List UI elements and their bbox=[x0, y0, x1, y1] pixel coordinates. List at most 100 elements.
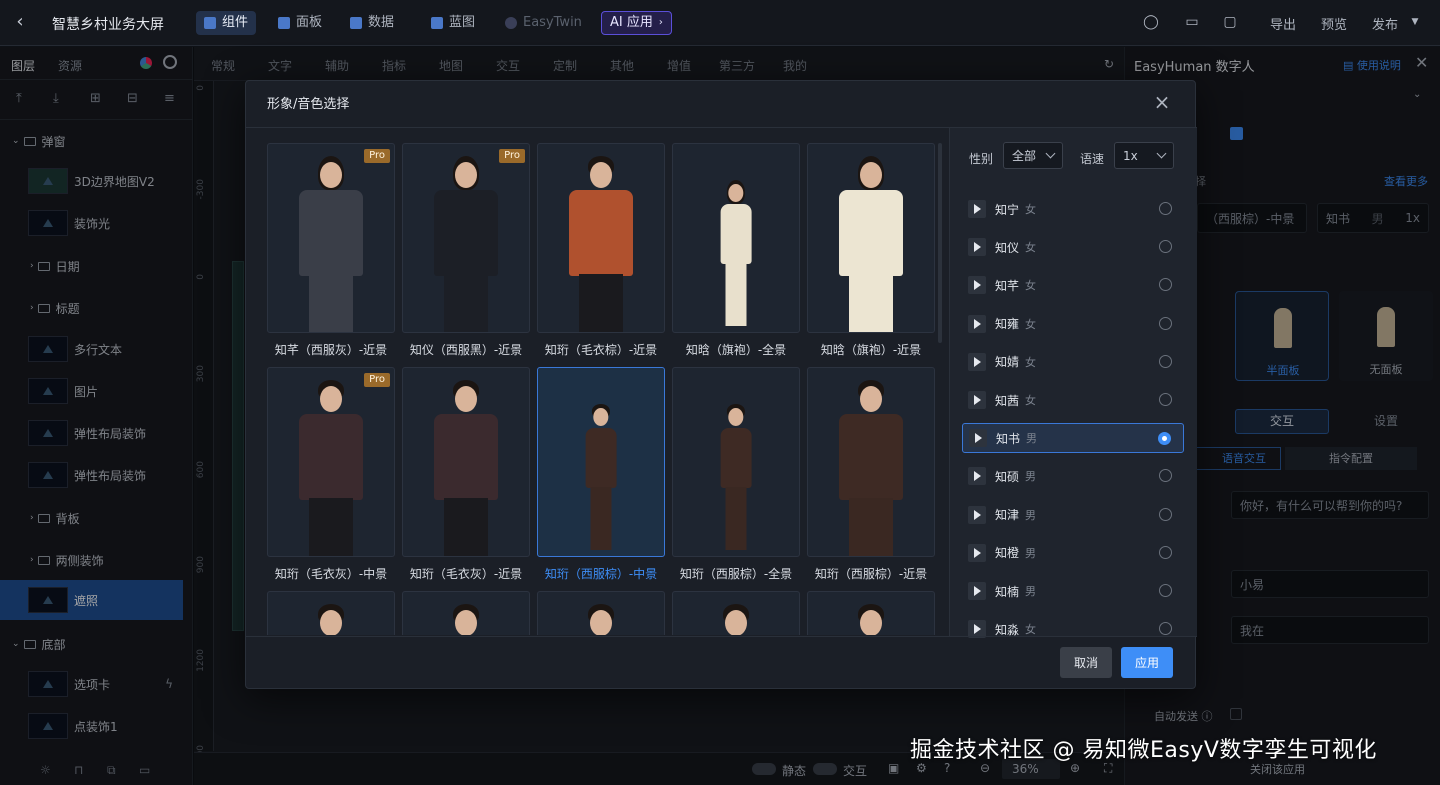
avatar-label: 知珩（毛衣棕）-近景 bbox=[544, 343, 658, 357]
voice-item[interactable]: 知雍女 bbox=[962, 309, 1184, 339]
cancel-button[interactable]: 取消 bbox=[1060, 647, 1112, 678]
avatar-label: 知晗（旗袍）-全景 bbox=[685, 343, 787, 357]
voice-item[interactable]: 知茜女 bbox=[962, 385, 1184, 415]
play-icon[interactable] bbox=[968, 200, 986, 218]
apply-button[interactable]: 应用 bbox=[1121, 647, 1173, 678]
avatar-figure bbox=[421, 156, 511, 332]
avatar-label: 知珩（西服棕）-中景 bbox=[544, 567, 658, 581]
trash-icon[interactable]: ▭ bbox=[1183, 13, 1201, 31]
speed-select[interactable]: 1x bbox=[1114, 142, 1174, 169]
play-icon[interactable] bbox=[968, 352, 986, 371]
voice-list-pane: 性别 全部 语速 1x 知宁女知仪女知芊女知雍女知婧女知茜女知书男知硕男知津男知… bbox=[949, 128, 1197, 639]
play-icon[interactable] bbox=[968, 391, 986, 409]
user-icon[interactable]: ◯ bbox=[1142, 13, 1160, 31]
avatar-image bbox=[672, 367, 800, 557]
avatar-card[interactable]: 知珩（毛衣棕）-近景 bbox=[537, 143, 665, 367]
voice-item[interactable]: 知芊女 bbox=[962, 270, 1184, 300]
app-title: 智慧乡村业务大屏 bbox=[52, 17, 164, 33]
avatar-image: Pro bbox=[267, 367, 395, 557]
avatar-card[interactable]: 知晗（旗袍）-全景 bbox=[672, 143, 800, 367]
voice-name: 知硕 bbox=[995, 469, 1020, 484]
export-button[interactable]: 导出 bbox=[1270, 14, 1296, 33]
voice-gender: 女 bbox=[1025, 279, 1037, 293]
play-icon[interactable] bbox=[968, 314, 986, 333]
play-icon[interactable] bbox=[968, 543, 986, 562]
voice-radio[interactable] bbox=[1159, 354, 1172, 368]
voice-radio[interactable] bbox=[1159, 316, 1172, 330]
back-icon[interactable]: ‹ bbox=[10, 12, 30, 32]
voice-radio[interactable] bbox=[1159, 507, 1172, 521]
voice-radio[interactable] bbox=[1159, 584, 1172, 597]
avatar-card[interactable]: 知珩（西服棕）-全景 bbox=[672, 367, 800, 591]
avatar-image bbox=[537, 367, 665, 557]
voice-name: 知茜 bbox=[995, 393, 1020, 408]
play-icon[interactable] bbox=[968, 276, 986, 295]
voice-item[interactable]: 知书男 bbox=[962, 423, 1184, 454]
publish-button[interactable]: 发布 bbox=[1372, 14, 1398, 33]
avatar-label: 知珩（西服棕）-近景 bbox=[814, 567, 928, 581]
scrollbar[interactable] bbox=[938, 143, 942, 343]
avatar-card[interactable]: Pro 知仪（西服黑）-近景 bbox=[402, 143, 530, 367]
voice-item[interactable]: 知硕男 bbox=[962, 461, 1184, 491]
voice-radio[interactable] bbox=[1159, 278, 1172, 292]
avatar-image bbox=[537, 591, 665, 635]
avatar-image bbox=[402, 367, 530, 557]
voice-radio[interactable] bbox=[1159, 202, 1172, 215]
voice-radio[interactable] bbox=[1159, 469, 1172, 483]
voice-item[interactable]: 知婧女 bbox=[962, 347, 1184, 377]
nav-tab-data[interactable]: 数据 bbox=[342, 11, 402, 35]
avatar-card[interactable] bbox=[807, 591, 935, 635]
avatar-card[interactable] bbox=[402, 591, 530, 635]
voice-gender: 女 bbox=[1025, 355, 1037, 369]
avatar-image bbox=[807, 143, 935, 333]
avatar-label: 知芊（西服灰）-近景 bbox=[274, 343, 388, 357]
avatar-image bbox=[807, 367, 935, 557]
nav-tab-components[interactable]: 组件 bbox=[196, 11, 257, 35]
avatar-card[interactable]: 知晗（旗袍）-近景 bbox=[807, 143, 935, 367]
panel-icon bbox=[278, 17, 290, 29]
avatar-card[interactable]: 知珩（西服棕）-近景 bbox=[807, 367, 935, 591]
gender-select[interactable]: 全部 bbox=[1003, 142, 1063, 169]
voice-item[interactable]: 知仪女 bbox=[962, 232, 1184, 262]
avatar-figure bbox=[826, 604, 916, 635]
avatar-card[interactable] bbox=[672, 591, 800, 635]
avatar-card[interactable]: Pro 知芊（西服灰）-近景 bbox=[267, 143, 395, 367]
voice-radio[interactable] bbox=[1159, 240, 1172, 254]
voice-name: 知津 bbox=[995, 508, 1020, 523]
play-icon[interactable] bbox=[968, 238, 986, 257]
voice-radio[interactable] bbox=[1158, 432, 1171, 446]
voice-name: 知楠 bbox=[995, 584, 1020, 599]
voice-item[interactable]: 知宁女 bbox=[962, 194, 1184, 224]
nav-tab-panels[interactable]: 面板 bbox=[270, 11, 330, 35]
comment-icon[interactable]: ▢ bbox=[1221, 13, 1239, 31]
voice-item[interactable]: 知橙男 bbox=[962, 538, 1184, 568]
play-icon[interactable] bbox=[968, 505, 986, 524]
voice-item[interactable]: 知津男 bbox=[962, 500, 1184, 530]
avatar-figure bbox=[421, 380, 511, 556]
voice-radio[interactable] bbox=[1159, 393, 1172, 406]
avatar-voice-modal: 形象/音色选择 × Pro 知芊（西服灰）-近景 Pro 知仪（西服黑）-近景 知珩（毛… bbox=[245, 80, 1197, 689]
chevron-down-icon[interactable]: ▼ bbox=[1406, 13, 1424, 31]
nav-tab-easytwin[interactable]: EasyTwin bbox=[497, 11, 590, 35]
play-icon[interactable] bbox=[969, 429, 987, 448]
play-icon[interactable] bbox=[968, 582, 986, 600]
avatar-label: 知仪（西服黑）-近景 bbox=[409, 343, 523, 357]
chevron-down-icon bbox=[1156, 148, 1167, 159]
nav-tab-blueprint[interactable]: 蓝图 bbox=[423, 11, 483, 35]
avatar-figure bbox=[691, 404, 781, 556]
close-icon[interactable]: × bbox=[1151, 91, 1173, 113]
avatar-figure bbox=[556, 604, 646, 635]
voice-radio[interactable] bbox=[1159, 545, 1172, 559]
play-icon[interactable] bbox=[968, 467, 986, 486]
avatar-card[interactable] bbox=[267, 591, 395, 635]
avatar-label: 知晗（旗袍）-近景 bbox=[820, 343, 922, 357]
avatar-card[interactable]: 知珩（毛衣灰）-近景 bbox=[402, 367, 530, 591]
avatar-card[interactable] bbox=[537, 591, 665, 635]
voice-radio[interactable] bbox=[1159, 622, 1172, 636]
voice-item[interactable]: 知楠男 bbox=[962, 576, 1184, 606]
avatar-card[interactable]: Pro 知珩（毛衣灰）-中景 bbox=[267, 367, 395, 591]
voice-item[interactable]: 知淼女 bbox=[962, 614, 1184, 644]
preview-button[interactable]: 预览 bbox=[1321, 14, 1347, 33]
avatar-card[interactable]: 知珩（西服棕）-中景 bbox=[537, 367, 665, 591]
nav-tab-ai[interactable]: AI 应用 › bbox=[601, 11, 672, 35]
